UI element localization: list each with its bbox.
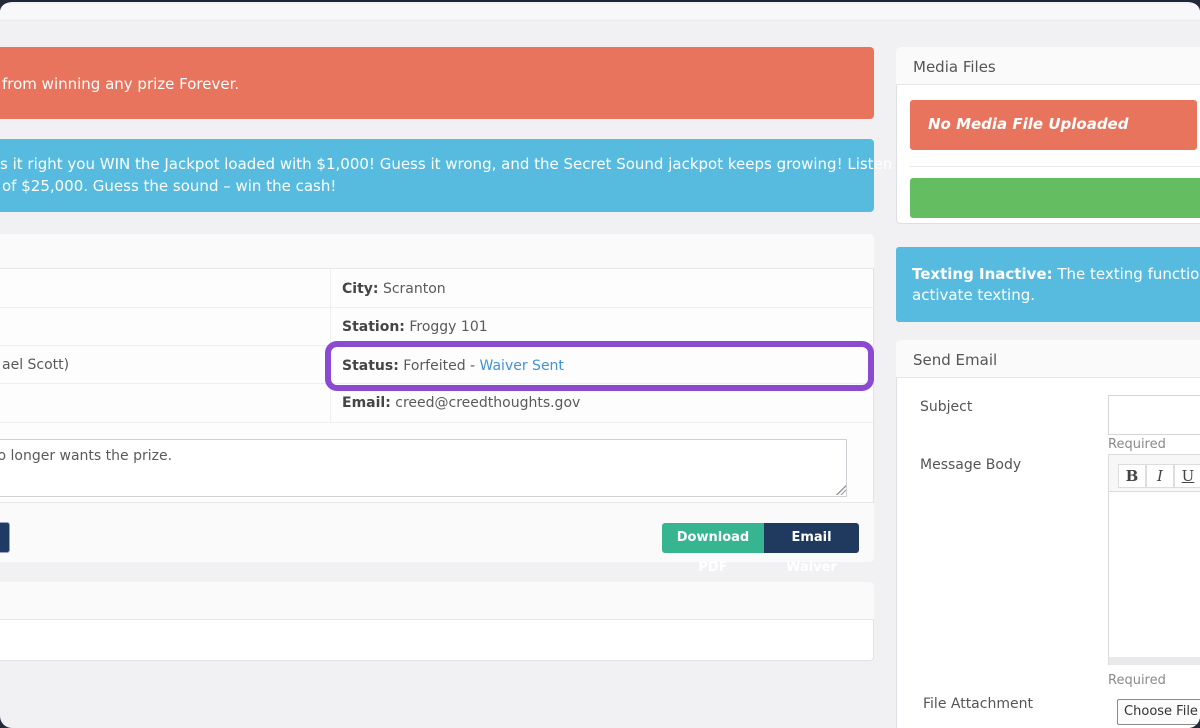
media-card-divider bbox=[910, 166, 1200, 167]
underline-button[interactable]: U bbox=[1174, 464, 1200, 488]
winner-detail-panel-header bbox=[0, 234, 874, 269]
notes-textarea[interactable]: No longer wants the prize. bbox=[0, 439, 847, 497]
texting-alert-bold: Texting Inactive: bbox=[912, 265, 1053, 283]
email-field: Email: creed@creedthoughts.gov bbox=[342, 395, 580, 411]
subject-input[interactable] bbox=[1108, 395, 1200, 435]
cutoff-left-button[interactable] bbox=[0, 522, 10, 553]
winner-name-partial: ael Scott) bbox=[2, 357, 69, 373]
subject-label: Subject bbox=[920, 399, 972, 415]
email-waiver-button[interactable]: Email Waiver bbox=[764, 523, 859, 553]
subject-required-hint: Required bbox=[1108, 437, 1166, 452]
no-media-alert: No Media File Uploaded bbox=[910, 100, 1197, 150]
texting-alert-line1: Texting Inactive: The texting function i… bbox=[912, 265, 1200, 283]
jackpot-info-banner: s it right you WIN the Jackpot loaded wi… bbox=[0, 139, 874, 212]
media-files-title: Media Files bbox=[913, 58, 996, 76]
file-attachment-label: File Attachment bbox=[923, 696, 1033, 712]
forfeit-alert-banner: from winning any prize Forever. bbox=[0, 47, 874, 119]
choose-file-button[interactable]: Choose File bbox=[1117, 699, 1200, 725]
row-divider bbox=[0, 307, 873, 308]
top-navbar bbox=[0, 4, 1200, 21]
forfeit-alert-text: from winning any prize Forever. bbox=[2, 75, 239, 93]
bottom-panel-header bbox=[0, 582, 874, 620]
city-value: Scranton bbox=[383, 281, 446, 297]
italic-button[interactable]: I bbox=[1146, 464, 1174, 488]
bold-button[interactable]: B bbox=[1118, 464, 1146, 488]
editor-bottom-strip bbox=[1109, 657, 1200, 665]
message-body-label: Message Body bbox=[920, 457, 1021, 473]
station-label: Station: bbox=[342, 319, 405, 335]
no-media-alert-text: No Media File Uploaded bbox=[928, 115, 1128, 133]
upload-media-button[interactable] bbox=[910, 178, 1200, 218]
status-row-highlight bbox=[325, 341, 874, 391]
row-divider bbox=[0, 422, 873, 423]
station-field: Station: Froggy 101 bbox=[342, 319, 488, 335]
jackpot-text-line2: of $25,000. Guess the sound – win the ca… bbox=[2, 177, 336, 195]
email-label: Email: bbox=[342, 395, 391, 411]
texting-alert-line2: activate texting. bbox=[912, 286, 1035, 304]
textarea-resize-grip[interactable] bbox=[836, 485, 846, 495]
download-pdf-button[interactable]: Download PDF bbox=[662, 523, 764, 553]
email-value: creed@creedthoughts.gov bbox=[395, 395, 580, 411]
send-email-title: Send Email bbox=[913, 351, 997, 369]
editor-content-area[interactable] bbox=[1109, 492, 1200, 657]
city-field: City: Scranton bbox=[342, 281, 446, 297]
city-label: City: bbox=[342, 281, 379, 297]
jackpot-text-line1: s it right you WIN the Jackpot loaded wi… bbox=[0, 155, 992, 173]
texting-inactive-alert: Texting Inactive: The texting function i… bbox=[896, 247, 1200, 322]
station-value: Froggy 101 bbox=[409, 319, 487, 335]
app-page: from winning any prize Forever. s it rig… bbox=[0, 0, 1200, 728]
texting-alert-rest: The texting function is not bbox=[1053, 265, 1200, 283]
message-required-hint: Required bbox=[1108, 673, 1166, 688]
